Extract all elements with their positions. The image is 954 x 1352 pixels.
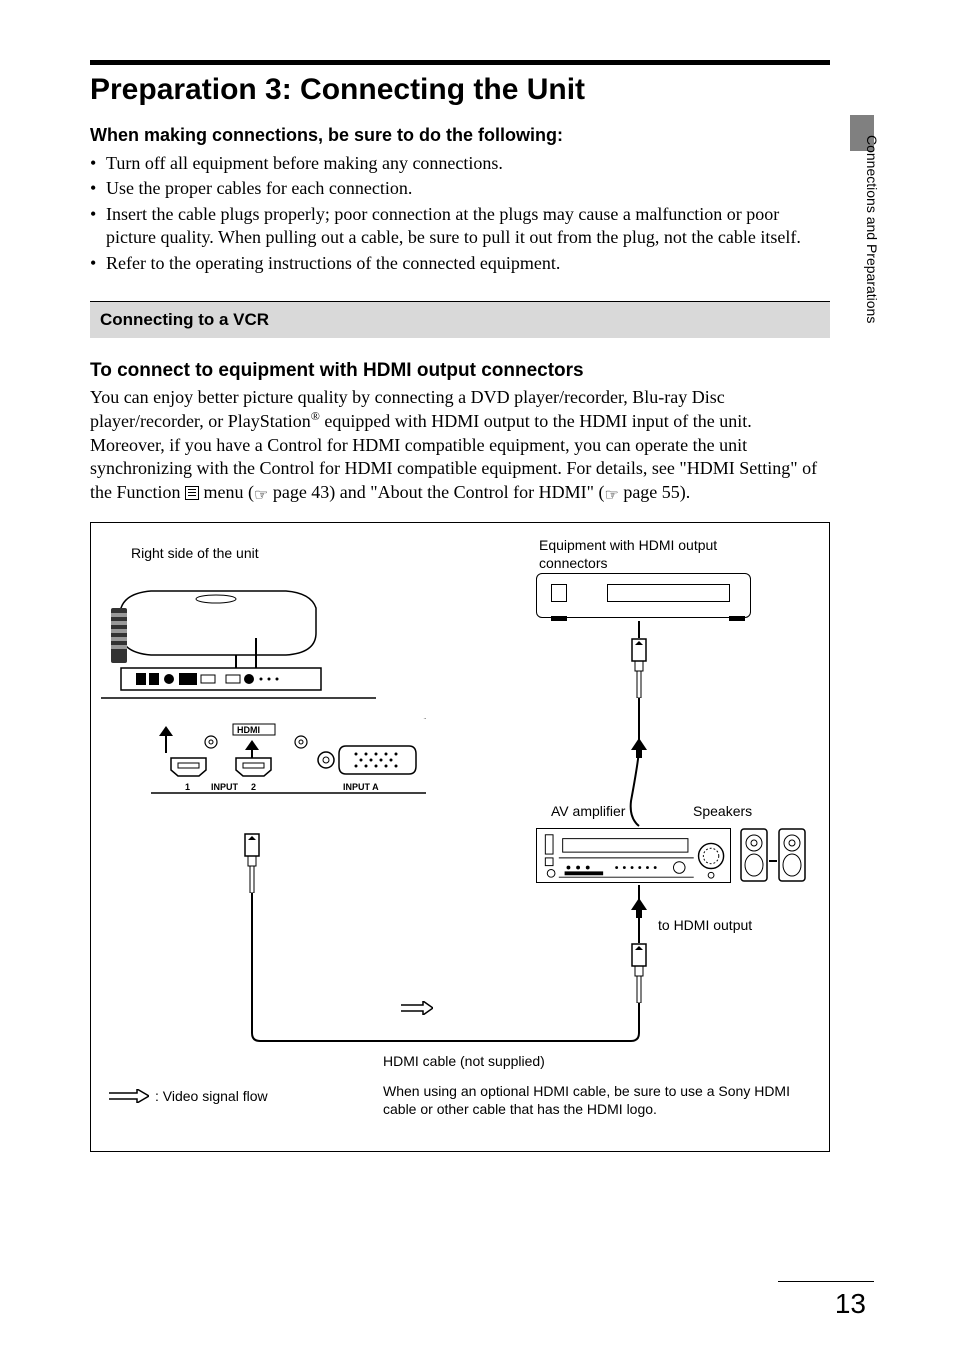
subheading-2: To connect to equipment with HDMI output…: [90, 360, 874, 382]
arrow-up-icon: [631, 898, 647, 923]
bullet-list: Turn off all equipment before making any…: [90, 152, 830, 275]
signal-flow-text: : Video signal flow: [155, 1088, 268, 1104]
signal-flow-legend-icon: [109, 1089, 149, 1103]
registered-mark: ®: [311, 409, 320, 423]
bullet-item: Use the proper cables for each connectio…: [90, 177, 830, 200]
body-text-c: menu (: [199, 482, 254, 502]
title-rule: [90, 60, 830, 65]
cable-path: [91, 523, 831, 1153]
side-section-label: Connections and Preparations: [864, 135, 880, 323]
pointer-icon: ☞: [604, 486, 618, 507]
arrow-up-icon: [631, 738, 647, 763]
body-paragraph: You can enjoy better picture quality by …: [90, 386, 830, 506]
page-title: Preparation 3: Connecting the Unit: [90, 73, 874, 107]
signal-flow-arrow-icon: [401, 1001, 433, 1015]
section-heading-bar: Connecting to a VCR: [90, 301, 830, 338]
page-ref-43: page 43) and "About the Control for HDMI…: [268, 482, 604, 502]
bullet-item: Insert the cable plugs properly; poor co…: [90, 203, 830, 250]
connection-diagram: Right side of the unit Equipment with HD…: [90, 522, 830, 1152]
pointer-icon: ☞: [254, 486, 268, 507]
signal-flow-legend: : Video signal flow: [109, 1088, 268, 1104]
page-footer-rule: [778, 1281, 874, 1282]
bullet-item: Refer to the operating instructions of t…: [90, 252, 830, 275]
subheading-1: When making connections, be sure to do t…: [90, 125, 874, 146]
bullet-item: Turn off all equipment before making any…: [90, 152, 830, 175]
page-number: 13: [835, 1288, 866, 1320]
menu-icon: [185, 486, 199, 500]
page-ref-55: page 55).: [619, 482, 690, 502]
